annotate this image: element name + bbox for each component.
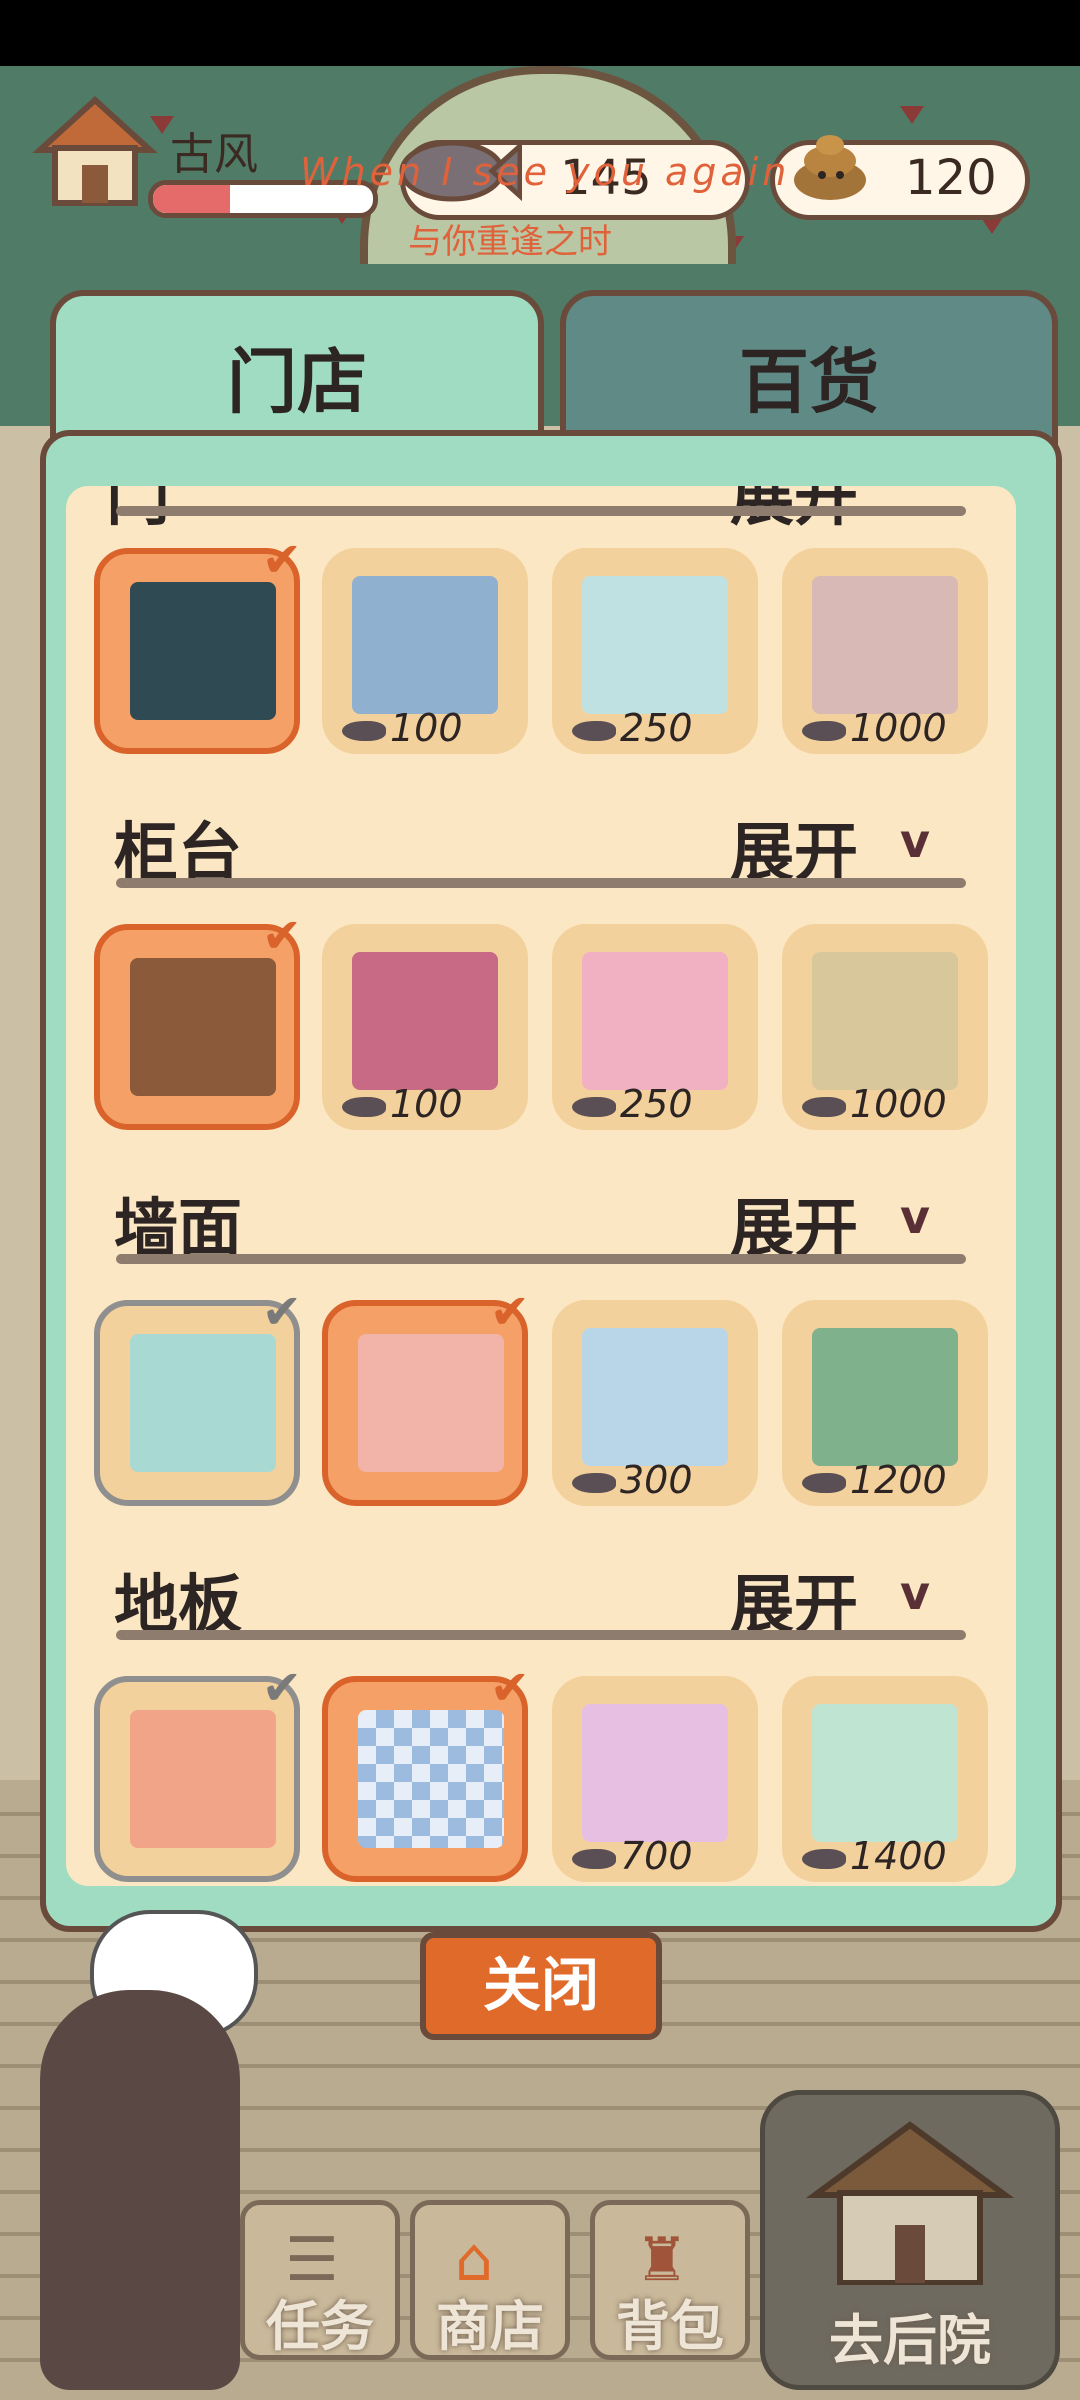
fish-icon xyxy=(342,720,386,741)
watermark-chinese: 与你重逢之时 xyxy=(408,222,612,262)
door-item-1[interactable]: ✔ xyxy=(94,532,302,754)
nav-task-button[interactable]: ☰ 任务 xyxy=(240,2200,400,2360)
counter-item-1-art xyxy=(130,958,276,1096)
nav-backyard-button[interactable]: 去后院 xyxy=(760,2090,1060,2390)
fish-icon xyxy=(572,720,616,741)
fish-icon xyxy=(572,1848,616,1869)
floor-item-2[interactable]: ✔ xyxy=(322,1660,530,1882)
fish-icon xyxy=(572,1096,616,1117)
counter-item-3-price: 250 xyxy=(572,1082,693,1126)
nav-shop-button[interactable]: ⌂ 商店 xyxy=(410,2200,570,2360)
wall-item-4-art xyxy=(812,1328,958,1466)
door-item-4-art xyxy=(812,576,958,714)
close-button[interactable]: 关闭 xyxy=(420,1932,662,2040)
wall-item-3[interactable]: 300 xyxy=(552,1300,758,1506)
section-divider xyxy=(116,506,966,516)
nav-shop-label: 商店 xyxy=(436,2295,544,2358)
counter-item-2-price: 100 xyxy=(342,1082,463,1126)
door-item-4[interactable]: 1000 xyxy=(782,548,988,754)
shop-item-list[interactable]: 门 展开 ✔ 100 250 1000 柜台 展开 v ✔ 100 250 10… xyxy=(66,486,1016,1886)
nav-backpack-label: 背包 xyxy=(616,2295,724,2358)
section-divider xyxy=(116,878,966,888)
floor-item-1-art xyxy=(130,1710,276,1848)
wall-item-1-art xyxy=(130,1334,276,1472)
poop-count: 120 xyxy=(905,150,997,206)
wall-item-3-price: 300 xyxy=(572,1458,693,1502)
fish-icon xyxy=(802,1472,846,1493)
door-item-4-price: 1000 xyxy=(802,706,947,750)
wall-item-3-art xyxy=(582,1328,728,1466)
tab-general-goods[interactable]: 百货 xyxy=(560,290,1058,452)
door-item-2[interactable]: 100 xyxy=(322,548,528,754)
watermark-english: When I see you again xyxy=(300,150,791,194)
counter-item-4-art xyxy=(812,952,958,1090)
door-item-3-art xyxy=(582,576,728,714)
tab-general-goods-label: 百货 xyxy=(739,341,879,423)
status-bar xyxy=(0,0,1080,66)
section-divider xyxy=(116,1630,966,1640)
section-divider xyxy=(116,1254,966,1264)
chevron-down-icon[interactable]: v xyxy=(900,1190,930,1244)
wall-item-4[interactable]: 1200 xyxy=(782,1300,988,1506)
floor-item-3-art xyxy=(582,1704,728,1842)
floor-item-4-art xyxy=(812,1704,958,1842)
counter-item-2[interactable]: 100 xyxy=(322,924,528,1130)
door-item-3-price: 250 xyxy=(572,706,693,750)
poop-icon xyxy=(794,135,866,200)
chevron-down-icon[interactable]: v xyxy=(900,1566,930,1620)
fish-icon xyxy=(342,1096,386,1117)
tab-store[interactable]: 门店 xyxy=(50,290,544,452)
counter-item-4-price: 1000 xyxy=(802,1082,947,1126)
nav-task-label: 任务 xyxy=(266,2295,374,2358)
counter-item-4[interactable]: 1000 xyxy=(782,924,988,1130)
shop-level-fill xyxy=(153,185,230,213)
check-icon: ✔ xyxy=(489,1660,530,1716)
wall-item-2[interactable]: ✔ xyxy=(322,1284,530,1506)
check-icon: ✔ xyxy=(261,908,302,964)
counter-item-3[interactable]: 250 xyxy=(552,924,758,1130)
counter-item-2-art xyxy=(352,952,498,1090)
shopkeeper-character xyxy=(40,1990,240,2390)
floor-item-4-price: 1400 xyxy=(802,1834,947,1878)
check-icon: ✔ xyxy=(489,1284,530,1340)
tab-store-label: 门店 xyxy=(227,341,367,423)
floor-item-3[interactable]: 700 xyxy=(552,1676,758,1882)
door-item-3[interactable]: 250 xyxy=(552,548,758,754)
floor-item-1[interactable]: ✔ xyxy=(94,1660,302,1882)
floor-item-3-price: 700 xyxy=(572,1834,693,1878)
door-item-2-art xyxy=(352,576,498,714)
floor-item-4[interactable]: 1400 xyxy=(782,1676,988,1882)
wall-item-2-art xyxy=(358,1334,504,1472)
fish-icon xyxy=(802,720,846,741)
floor-item-2-art xyxy=(358,1710,504,1848)
door-item-2-price: 100 xyxy=(342,706,463,750)
fish-icon xyxy=(802,1096,846,1117)
check-icon: ✔ xyxy=(261,1660,302,1716)
check-icon: ✔ xyxy=(261,532,302,588)
nav-backpack-button[interactable]: ♜ 背包 xyxy=(590,2200,750,2360)
nav-backyard-label: 去后院 xyxy=(829,2309,991,2372)
counter-item-1[interactable]: ✔ xyxy=(94,908,302,1130)
fish-icon xyxy=(572,1472,616,1493)
chevron-down-icon[interactable]: v xyxy=(900,814,930,868)
wall-item-1[interactable]: ✔ xyxy=(94,1284,302,1506)
shop-house-icon[interactable] xyxy=(30,90,160,210)
shop-name: 古风 xyxy=(170,129,258,180)
fish-icon xyxy=(802,1848,846,1869)
backyard-icon xyxy=(805,2121,1015,2285)
door-item-1-art xyxy=(130,582,276,720)
counter-item-3-art xyxy=(582,952,728,1090)
check-icon: ✔ xyxy=(261,1284,302,1340)
wall-item-4-price: 1200 xyxy=(802,1458,947,1502)
